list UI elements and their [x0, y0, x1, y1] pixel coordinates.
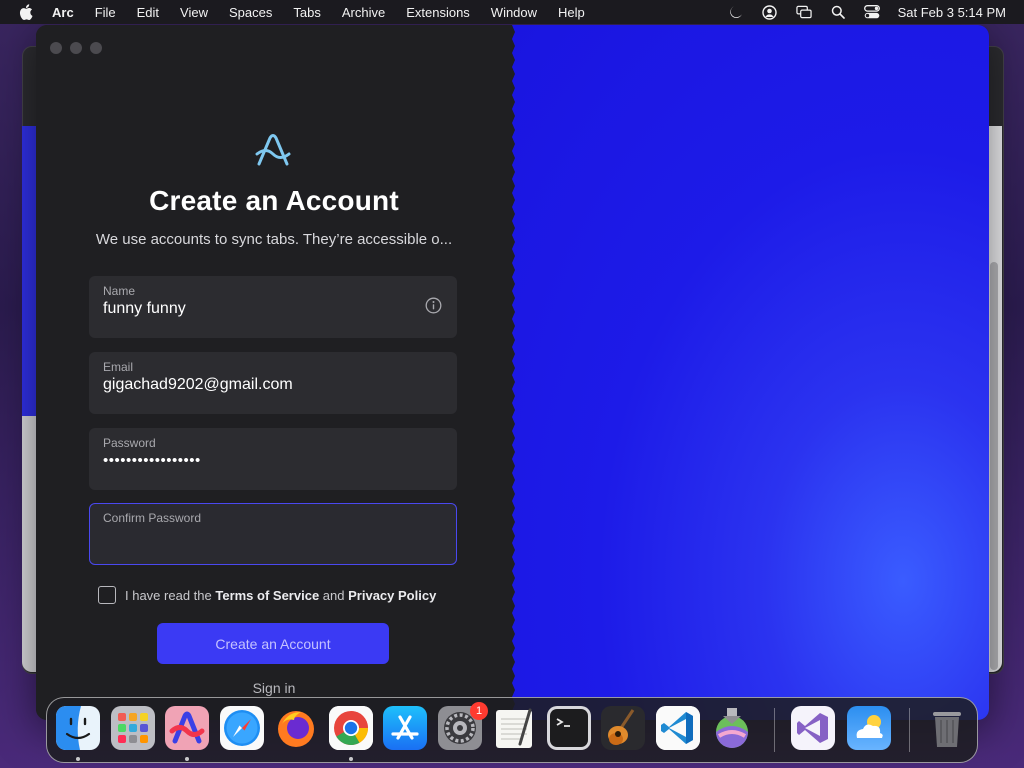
menu-window[interactable]: Window: [491, 5, 537, 20]
terminal-icon[interactable]: [547, 706, 591, 750]
confirm-password-field-label: Confirm Password: [103, 511, 202, 525]
search-icon[interactable]: [830, 4, 846, 20]
info-icon[interactable]: [425, 297, 442, 314]
app-store-icon[interactable]: [383, 706, 427, 750]
email-field-label: Email: [103, 360, 134, 374]
dock-separator: [909, 708, 910, 752]
zoom-window-button[interactable]: [90, 42, 102, 54]
apple-logo-icon[interactable]: [19, 4, 33, 20]
finder-running-indicator: [76, 757, 80, 761]
launchpad-icon[interactable]: [111, 706, 155, 750]
terms-of-service-link[interactable]: Terms of Service: [215, 588, 319, 603]
menu-file[interactable]: File: [95, 5, 116, 20]
visual-studio-icon[interactable]: [791, 706, 835, 750]
terms-and-text: and: [322, 587, 345, 603]
email-field[interactable]: Email gigachad9202@gmail.com: [89, 352, 457, 414]
background-window-blue-edge: [22, 126, 36, 416]
menubar-clock[interactable]: Sat Feb 3 5:14 PM: [898, 5, 1006, 20]
trash-icon[interactable]: [925, 706, 969, 750]
safari-icon[interactable]: [220, 706, 264, 750]
firefox-icon[interactable]: [274, 706, 318, 750]
garageband-icon[interactable]: [601, 706, 645, 750]
dock: 1: [46, 697, 978, 763]
macos-installer-icon[interactable]: [710, 706, 754, 750]
password-field-label: Password: [103, 436, 156, 450]
finder-icon[interactable]: [56, 706, 100, 750]
arc-logo-icon: [255, 134, 291, 166]
menu-tabs[interactable]: Tabs: [293, 5, 320, 20]
arc-onboarding-window: Create an Account We use accounts to syn…: [36, 25, 989, 720]
menu-spaces[interactable]: Spaces: [229, 5, 272, 20]
menubar-status-area: Sat Feb 3 5:14 PM: [710, 0, 1006, 24]
page-subtitle: We use accounts to sync tabs. They’re ac…: [95, 231, 453, 248]
terms-prefix-text: I have read the: [125, 587, 212, 603]
menubar: Arc File Edit View Spaces Tabs Archive E…: [0, 0, 1024, 24]
control-center-icon[interactable]: [863, 4, 880, 20]
sign-in-link[interactable]: Sign in: [36, 680, 512, 696]
terms-row: I have read the Terms of Service and Pri…: [98, 586, 436, 604]
terms-checkbox[interactable]: [98, 586, 116, 604]
arc-icon[interactable]: [165, 706, 209, 750]
menu-extensions[interactable]: Extensions: [406, 5, 470, 20]
password-field[interactable]: Password •••••••••••••••••: [89, 428, 457, 490]
background-window-light-edge: [22, 416, 36, 672]
chrome-running-indicator: [349, 757, 353, 761]
privacy-policy-link[interactable]: Privacy Policy: [348, 588, 436, 603]
confirm-password-field[interactable]: Confirm Password: [89, 503, 457, 565]
menu-edit[interactable]: Edit: [137, 5, 159, 20]
signup-panel: Create an Account We use accounts to syn…: [36, 25, 512, 720]
password-field-value[interactable]: •••••••••••••••••: [103, 452, 201, 469]
page-title: Create an Account: [149, 185, 399, 216]
menu-app-arc[interactable]: Arc: [52, 5, 74, 20]
system-settings-badge: 1: [470, 702, 488, 720]
textedit-icon[interactable]: [492, 706, 536, 750]
screen-mirroring-icon[interactable]: [795, 4, 812, 20]
minimize-window-button[interactable]: [70, 42, 82, 54]
user-circle-icon[interactable]: [762, 4, 778, 20]
name-field-label: Name: [103, 284, 136, 298]
menu-view[interactable]: View: [180, 5, 208, 20]
dock-separator: [774, 708, 775, 752]
decorative-blue-panel: [512, 25, 989, 720]
chrome-icon[interactable]: [329, 706, 373, 750]
name-field[interactable]: Name funny funny: [89, 276, 457, 338]
menu-help[interactable]: Help: [558, 5, 585, 20]
email-field-value[interactable]: gigachad9202@gmail.com: [103, 376, 293, 394]
moon-icon[interactable]: [728, 4, 744, 20]
create-account-button[interactable]: Create an Account: [157, 623, 389, 664]
vscode-icon[interactable]: [656, 706, 700, 750]
background-window-scrollbar[interactable]: [990, 262, 998, 670]
name-field-value[interactable]: funny funny: [103, 300, 186, 318]
close-window-button[interactable]: [50, 42, 62, 54]
arc-running-indicator: [185, 757, 189, 761]
weather-icon[interactable]: [847, 706, 891, 750]
window-controls: [50, 42, 110, 54]
menu-archive[interactable]: Archive: [342, 5, 385, 20]
